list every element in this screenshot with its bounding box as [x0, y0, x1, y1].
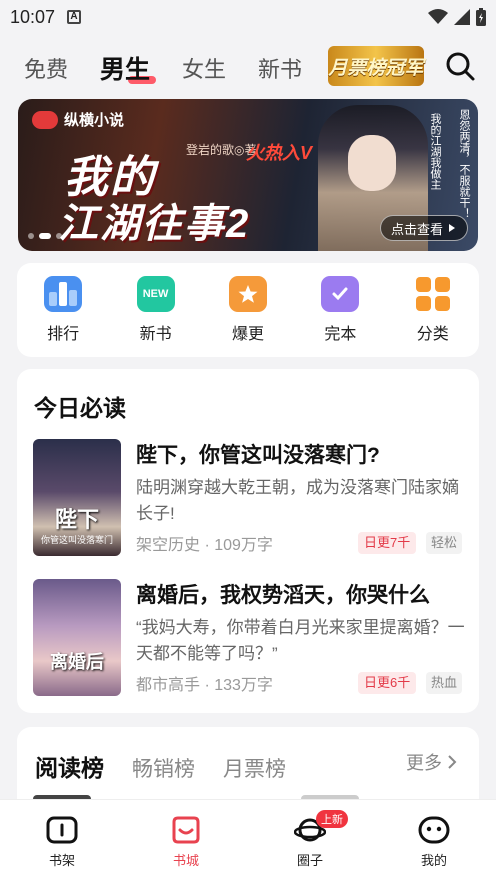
monthly-ticket-champion-banner[interactable]: 月票榜冠军	[328, 46, 424, 86]
search-icon[interactable]	[444, 50, 476, 82]
category-grid-icon	[414, 276, 452, 312]
new-badge: 上新	[316, 810, 348, 828]
signal-icon	[454, 9, 470, 25]
book-cover: 陛下 你管这叫没落寒门	[33, 439, 121, 556]
pagination-dot-active	[39, 233, 51, 239]
section-title: 今日必读	[34, 395, 126, 421]
quick-entry-category[interactable]: 分类	[398, 276, 468, 344]
banner-hot-label: 火热入V	[246, 143, 313, 163]
book-title: 陛下，你管这叫没落寒门?	[136, 444, 380, 467]
nav-circle[interactable]: 上新 圈子	[270, 810, 350, 883]
tab-monthly-ticket-rank[interactable]: 月票榜	[223, 753, 286, 783]
wifi-icon	[428, 9, 448, 24]
banner-quote-2: 恩怨两清，不服就干！	[458, 109, 470, 219]
check-clipboard-icon	[321, 276, 360, 312]
book-description: “我妈大寿，你带着白月光来家里提离婚？一天都不能等了吗？”	[136, 618, 465, 663]
update-tag: 日更7千	[358, 532, 417, 554]
status-time: 10:07	[10, 6, 56, 27]
bookstore-icon	[172, 816, 200, 844]
ranking-tabs: 阅读榜 畅销榜 月票榜	[35, 749, 286, 783]
quick-entry-hot-update[interactable]: 爆更	[213, 276, 283, 344]
pagination-dot	[28, 233, 34, 239]
banner-quote-1: 我的江湖我做主	[429, 113, 441, 190]
banner-character-face	[348, 135, 396, 191]
play-arrow-icon	[449, 224, 456, 232]
notification-a-icon: A	[67, 10, 82, 24]
tab-new-books[interactable]: 新书	[258, 52, 302, 84]
bookshelf-icon	[46, 816, 78, 844]
new-book-icon: NEW	[136, 276, 175, 312]
quick-entry-completed[interactable]: 完本	[305, 276, 375, 344]
quick-entry-ranking[interactable]: 排行	[28, 276, 98, 344]
book-meta: 架空历史 · 109万字	[136, 537, 273, 554]
update-tag: 日更6千	[358, 672, 417, 694]
bottom-navigation: 书架 书城 上新 圈子 我的	[0, 799, 496, 883]
star-book-icon	[228, 276, 267, 312]
style-tag: 热血	[426, 672, 463, 694]
banner-pagination	[28, 233, 62, 239]
battery-icon	[476, 8, 486, 26]
ranking-icon	[44, 276, 83, 312]
chevron-right-icon	[448, 755, 457, 769]
tab-bestseller-rank[interactable]: 畅销榜	[132, 753, 195, 783]
tab-male[interactable]: 男生	[100, 50, 157, 86]
style-tag: 轻松	[426, 532, 463, 554]
book-item[interactable]: 离婚后 离婚后，我权势滔天，你哭什么 “我妈大寿，你带着白月光来家里提离婚？一天…	[33, 579, 465, 697]
pagination-dot	[56, 233, 62, 239]
brand-logo-icon	[32, 110, 58, 129]
banner-title-line2: 江湖往事2	[58, 202, 251, 246]
nav-bookshelf[interactable]: 书架	[22, 816, 102, 883]
banner-view-button[interactable]: 点击查看	[380, 215, 469, 241]
tab-reading-rank[interactable]: 阅读榜	[35, 749, 108, 783]
book-title: 离婚后，我权势滔天，你哭什么	[136, 584, 430, 607]
nav-bookstore[interactable]: 书城	[146, 816, 226, 883]
book-description: 陆明渊穿越大乾王朝，成为没落寒门陆家嫡长子!	[136, 478, 459, 523]
banner-brand: 纵横小说	[32, 109, 124, 130]
book-meta: 都市高手 · 133万字	[136, 677, 273, 694]
more-button[interactable]: 更多	[406, 749, 457, 775]
today-must-read-card: 今日必读 陛下 你管这叫没落寒门 陛下，你管这叫没落寒门? 陆明渊穿越大乾王朝，…	[17, 369, 479, 713]
hero-banner[interactable]: 纵横小说 我的 江湖往事2 登岩的歌◎著 火热入V 我的江湖我做主 恩怨两清，不…	[18, 99, 478, 251]
book-cover: 离婚后	[33, 579, 121, 696]
book-item[interactable]: 陛下 你管这叫没落寒门 陛下，你管这叫没落寒门? 陆明渊穿越大乾王朝，成为没落寒…	[33, 439, 463, 557]
quick-entry-grid: 排行 NEW 新书 爆更 完本 分类	[17, 263, 479, 357]
quick-entry-new-books[interactable]: NEW 新书	[121, 276, 191, 344]
profile-face-icon	[418, 816, 450, 844]
status-bar: 10:07 A	[0, 0, 496, 34]
tab-female[interactable]: 女生	[182, 52, 226, 84]
nav-profile[interactable]: 我的	[394, 816, 474, 883]
tab-free[interactable]: 免费	[24, 52, 68, 84]
